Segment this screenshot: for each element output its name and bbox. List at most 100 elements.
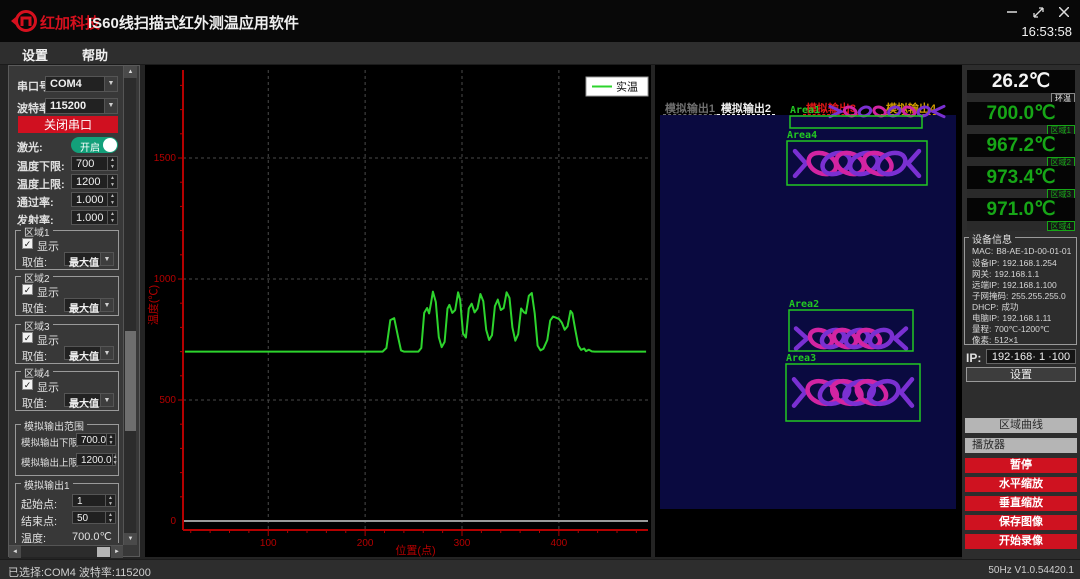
area3-value-select[interactable]: 最大值 ▼ (64, 346, 114, 360)
svg-text:温度(℃): 温度(℃) (146, 285, 160, 325)
svg-text:Area1: Area1 (790, 105, 820, 116)
vertical-zoom-button[interactable]: 垂直缩放 (965, 496, 1077, 511)
readout-sidebar: 26.2℃ 环温 700.0℃ 区域1 967.2℃ 区域2 973.4℃ 区域… (962, 65, 1080, 559)
scroll-down-icon[interactable]: ▼ (124, 533, 137, 545)
area4-temp-tag: 区域4 (1047, 221, 1075, 231)
area3-show-checkbox[interactable]: ✓ (22, 332, 33, 343)
close-port-button[interactable]: 关闭串口 (18, 116, 118, 133)
area-curve-button[interactable]: 区域曲线 (965, 418, 1077, 433)
spinner-arrows[interactable]: ▲▼ (107, 211, 117, 224)
analog-range-group: 模拟输出范围 模拟输出下限: 700.0 ▲▼ 模拟输出上限: 1200.0 ▲… (15, 424, 119, 476)
spinner-arrows[interactable]: ▲▼ (105, 512, 115, 523)
svg-text:Area3: Area3 (786, 353, 816, 364)
chevron-down-icon[interactable]: ▼ (100, 347, 113, 359)
area1-group: 区域1 ✓ 显示 取值: 最大值 ▼ (15, 230, 119, 270)
area1-show-checkbox[interactable]: ✓ (22, 238, 33, 249)
ambient-temp-readout: 26.2℃ (967, 70, 1075, 93)
spinner-arrows[interactable]: ▲▼ (107, 157, 117, 170)
device-info-group: 设备信息 MAC:B8-AE-1D-00-01-01 设备IP:192.168.… (964, 237, 1077, 345)
area2-group: 区域2 ✓ 显示 取值: 最大值 ▼ (15, 276, 119, 316)
status-version: 50Hz V1.0.54420.1 (988, 565, 1074, 576)
svg-text:实温: 实温 (616, 80, 638, 94)
area4-show-checkbox[interactable]: ✓ (22, 379, 33, 390)
statusbar: 已选择:COM4 波特率:115200 50Hz V1.0.54420.1 (0, 559, 1080, 579)
save-image-button[interactable]: 保存图像 (965, 515, 1077, 530)
temp-upper-label: 温度上限: (17, 176, 65, 192)
minimize-button[interactable] (1004, 5, 1020, 19)
scroll-up-icon[interactable]: ▲ (124, 66, 137, 78)
end-point-input[interactable]: 50 ▲▼ (72, 511, 116, 524)
svg-text:1000: 1000 (154, 274, 177, 285)
temp-upper-input[interactable]: 1200 ▲▼ (71, 174, 118, 189)
control-sidebar: 串口号: COM4 ▼ 波特率: 115200 ▼ 关闭串口 激光: 开启 温度… (8, 65, 140, 557)
spinner-arrows[interactable]: ▲▼ (107, 193, 117, 206)
svg-text:Area2: Area2 (789, 299, 819, 310)
area4-temp-readout: 971.0℃ (967, 198, 1075, 221)
laser-toggle[interactable]: 开启 (71, 137, 118, 153)
pass-rate-label: 通过率: (17, 194, 54, 210)
svg-text:500: 500 (159, 395, 176, 406)
thermal-image: Area1 Area4 Area2 Area3 (655, 65, 962, 557)
area1-temp-readout: 700.0℃ (967, 102, 1075, 125)
scroll-right-icon[interactable]: ► (111, 546, 123, 558)
chevron-down-icon[interactable]: ▼ (104, 99, 117, 113)
analog-out1-temp: 700.0℃ (72, 530, 112, 543)
spinner-arrows[interactable]: ▲▼ (105, 495, 115, 506)
chevron-down-icon[interactable]: ▼ (100, 299, 113, 311)
horizontal-zoom-button[interactable]: 水平缩放 (965, 477, 1077, 492)
scrollbar-thumb[interactable] (125, 331, 136, 431)
svg-text:Area4: Area4 (787, 130, 817, 141)
area2-value-select[interactable]: 最大值 ▼ (64, 298, 114, 312)
analog-lower-input[interactable]: 700.0 ▲▼ (76, 433, 116, 446)
close-button[interactable] (1056, 5, 1072, 19)
maximize-button[interactable] (1030, 5, 1046, 19)
menu-settings[interactable]: 设置 (22, 45, 48, 64)
brand-logo-icon (10, 8, 38, 34)
toggle-knob (103, 138, 117, 152)
area3-group: 区域3 ✓ 显示 取值: 最大值 ▼ (15, 324, 119, 364)
horizontal-scrollbar[interactable]: ◄ ► (9, 545, 123, 557)
emissivity-input[interactable]: 1.000 ▲▼ (71, 210, 118, 225)
scroll-left-icon[interactable]: ◄ (9, 546, 21, 558)
temperature-chart-panel: 100200300400050010001500温度(℃)位置(点)实温 (145, 65, 651, 557)
svg-text:0: 0 (170, 516, 176, 527)
svg-text:100: 100 (260, 538, 277, 549)
thermal-image-panel: 模拟输出1 模拟输出2 模拟输出3 模拟输出4 Area1Area4Area2A… (655, 65, 962, 557)
temperature-line-chart: 100200300400050010001500温度(℃)位置(点)实温 (145, 65, 651, 557)
analog-out1-group: 模拟输出1 起始点: 1 ▲▼ 结束点: 50 ▲▼ 温度: 700.0℃ (15, 483, 119, 543)
area4-value-select[interactable]: 最大值 ▼ (64, 393, 114, 407)
temp-lower-label: 温度下限: (17, 158, 65, 174)
app-title: IS60线扫描式红外测温应用软件 (88, 12, 299, 33)
chevron-down-icon[interactable]: ▼ (104, 77, 117, 91)
spinner-arrows[interactable]: ▲▼ (112, 454, 118, 465)
svg-text:1500: 1500 (154, 153, 177, 164)
ip-set-button[interactable]: 设置 (966, 367, 1076, 382)
start-record-button[interactable]: 开始录像 (965, 534, 1077, 549)
spinner-arrows[interactable]: ▲▼ (106, 434, 115, 445)
area4-group: 区域4 ✓ 显示 取值: 最大值 ▼ (15, 371, 119, 411)
chevron-down-icon[interactable]: ▼ (100, 253, 113, 265)
laser-label: 激光: (17, 139, 43, 155)
area2-show-checkbox[interactable]: ✓ (22, 284, 33, 295)
pass-rate-input[interactable]: 1.000 ▲▼ (71, 192, 118, 207)
start-point-input[interactable]: 1 ▲▼ (72, 494, 116, 507)
analog-upper-input[interactable]: 1200.0 ▲▼ (76, 453, 116, 466)
baud-rate-select[interactable]: 115200 ▼ (45, 98, 118, 114)
temp-lower-input[interactable]: 700 ▲▼ (71, 156, 118, 171)
area2-temp-readout: 967.2℃ (967, 134, 1075, 157)
ip-address-field[interactable]: 192·168· 1 ·100 (986, 349, 1076, 364)
pause-button[interactable]: 暂停 (965, 458, 1077, 473)
vertical-scrollbar[interactable]: ▲ ▼ (123, 66, 136, 545)
serial-port-select[interactable]: COM4 ▼ (45, 76, 118, 92)
chevron-down-icon[interactable]: ▼ (100, 394, 113, 406)
area3-temp-readout: 973.4℃ (967, 166, 1075, 189)
menu-help[interactable]: 帮助 (82, 45, 108, 64)
area1-value-select[interactable]: 最大值 ▼ (64, 252, 114, 266)
spinner-arrows[interactable]: ▲▼ (107, 175, 117, 188)
player-button[interactable]: 播放器 (965, 438, 1077, 453)
svg-text:300: 300 (454, 538, 471, 549)
svg-text:400: 400 (551, 538, 568, 549)
scrollbar-thumb[interactable] (97, 547, 110, 557)
menubar: 设置 帮助 (0, 42, 1080, 65)
titlebar: 红加科技 IS60线扫描式红外测温应用软件 16:53:58 (0, 0, 1080, 42)
